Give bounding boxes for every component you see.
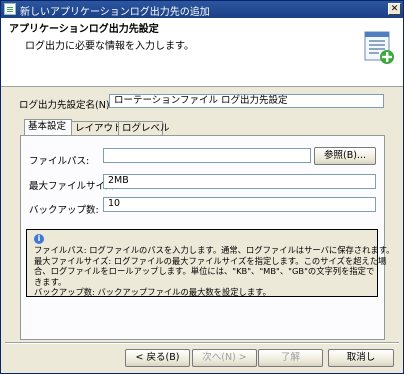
banner-title: アプリケーションログ出力先設定 xyxy=(9,24,159,35)
app-icon xyxy=(4,3,16,15)
title-bar[interactable]: 新しいアプリケーションログ出力先の追加 ✕ xyxy=(1,1,403,18)
footer-separator xyxy=(5,342,399,344)
back-button[interactable]: < 戻る(B) xyxy=(125,349,190,367)
config-name-label: ログ出力先設定名(N): xyxy=(19,100,113,111)
help-line: きます。 xyxy=(34,276,67,287)
finish-button[interactable]: 了解 xyxy=(258,349,323,367)
file-path-label: ファイルパス: xyxy=(29,156,90,167)
help-line: 最大ファイルサイズ: ログファイルの最大ファイルサイズを指定します。このサイズを… xyxy=(34,255,387,266)
window-title: 新しいアプリケーションログ出力先の追加 xyxy=(20,7,210,18)
help-line: バックアップ数: バックアップファイルの最大数を設定します。 xyxy=(34,287,271,297)
next-button[interactable]: 次へ(N) > xyxy=(192,349,257,367)
file-path-field[interactable] xyxy=(103,148,311,163)
cancel-button[interactable]: 取消し xyxy=(328,349,394,367)
banner-subtitle: ログ出力に必要な情報を入力します。 xyxy=(25,41,194,52)
tab-layout[interactable]: レイアウト xyxy=(71,121,123,135)
document-add-icon xyxy=(364,31,394,64)
header-banner: アプリケーションログ出力先設定 ログ出力に必要な情報を入力します。 xyxy=(1,18,403,87)
tab-basic[interactable]: 基本設定 xyxy=(24,119,72,135)
backup-count-field[interactable]: 10 xyxy=(103,197,376,212)
help-line: ファイルパス: ログファイルのパスを入力します。通常、ログファイルはサーバに保存… xyxy=(34,245,395,255)
help-box: i ファイルパス: ログファイルのパスを入力します。通常、ログファイルはサーバに… xyxy=(26,229,395,297)
browse-button[interactable]: 参照(B)... xyxy=(314,147,376,165)
close-button[interactable]: ✕ xyxy=(388,3,401,15)
tab-loglevel[interactable]: ログレベル xyxy=(118,121,170,135)
info-icon: i xyxy=(34,234,44,244)
max-file-size-field[interactable]: 2MB xyxy=(103,174,376,189)
config-name-field[interactable]: ローテーションファイル ログ出力先設定 xyxy=(109,94,384,108)
backup-count-label: バックアップ数: xyxy=(29,205,99,216)
help-line: 合、ログファイルをロールアップします。単位には、"KB"、"MB"、"GB"の文… xyxy=(34,266,375,276)
dialog-window: 新しいアプリケーションログ出力先の追加 ✕ アプリケーションログ出力先設定 ログ… xyxy=(0,0,404,374)
